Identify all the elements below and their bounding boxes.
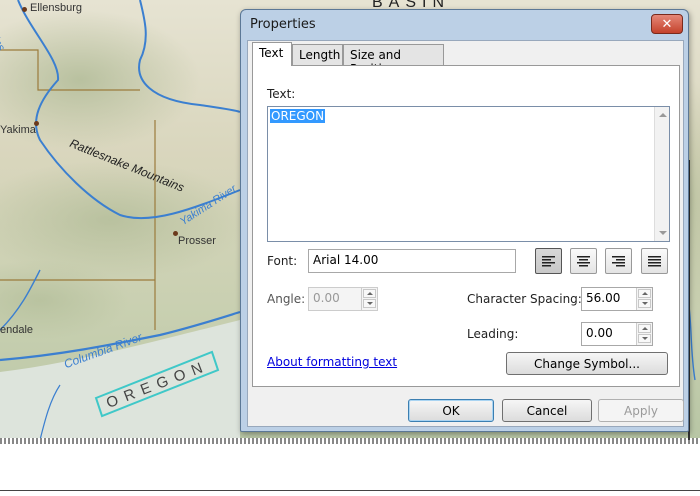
map-label-yakima: Yakima bbox=[0, 124, 36, 136]
leading-label: Leading: bbox=[467, 327, 519, 341]
angle-field[interactable]: 0.00 bbox=[308, 287, 378, 311]
angle-stepper[interactable] bbox=[361, 288, 377, 310]
font-field[interactable]: Arial 14.00 bbox=[308, 249, 516, 273]
text-input[interactable]: OREGON bbox=[267, 106, 670, 242]
character-spacing-label: Character Spacing: bbox=[467, 292, 582, 306]
leading-up-icon[interactable] bbox=[638, 324, 651, 333]
character-spacing-down-icon[interactable] bbox=[638, 299, 651, 308]
character-spacing-stepper[interactable] bbox=[636, 288, 652, 310]
align-justify-button[interactable] bbox=[641, 248, 668, 274]
tab-page-text: Text: OREGON Font: Arial 14.00 Angle: 0.… bbox=[252, 65, 680, 387]
map-label-endale: endale bbox=[0, 324, 34, 336]
cancel-button[interactable]: Cancel bbox=[502, 399, 592, 422]
font-label: Font: bbox=[267, 254, 298, 268]
align-center-icon bbox=[577, 255, 590, 266]
angle-up-icon[interactable] bbox=[363, 289, 376, 298]
text-scrollbar[interactable] bbox=[654, 107, 669, 241]
leading-stepper[interactable] bbox=[636, 323, 652, 345]
page-edge-hatch bbox=[0, 438, 700, 444]
tab-size-and-position[interactable]: Size and Position bbox=[343, 44, 444, 76]
dialog-panel: Text Length Size and Position Text: OREG… bbox=[247, 40, 684, 427]
selected-text: OREGON bbox=[270, 109, 326, 123]
change-symbol-button[interactable]: Change Symbol... bbox=[506, 352, 668, 375]
character-spacing-value: 56.00 bbox=[586, 291, 621, 305]
close-button[interactable]: ✕ bbox=[651, 14, 683, 34]
character-spacing-field[interactable]: 56.00 bbox=[581, 287, 653, 311]
align-left-icon bbox=[542, 255, 555, 266]
about-formatting-text-link[interactable]: About formatting text bbox=[267, 355, 397, 369]
angle-down-icon[interactable] bbox=[363, 299, 376, 308]
dialog-title: Properties bbox=[250, 17, 316, 32]
align-center-button[interactable] bbox=[570, 248, 597, 274]
close-icon: ✕ bbox=[661, 16, 673, 32]
align-left-button[interactable] bbox=[535, 248, 562, 274]
text-label: Text: bbox=[267, 87, 296, 101]
leading-value: 0.00 bbox=[586, 326, 613, 340]
scroll-up-icon[interactable] bbox=[659, 113, 667, 117]
dialog-titlebar[interactable]: Properties ✕ bbox=[241, 10, 688, 40]
ok-button[interactable]: OK bbox=[408, 399, 494, 422]
align-justify-icon bbox=[648, 255, 661, 266]
angle-value: 0.00 bbox=[313, 291, 340, 305]
properties-dialog: Properties ✕ Text Length Size and Positi… bbox=[240, 9, 689, 432]
map-label-ellensburg: Ellensburg bbox=[30, 2, 82, 14]
align-right-icon bbox=[612, 255, 625, 266]
tab-text[interactable]: Text bbox=[252, 42, 292, 66]
tab-length[interactable]: Length bbox=[292, 44, 343, 65]
page-bottom-line bbox=[0, 490, 700, 491]
leading-down-icon[interactable] bbox=[638, 334, 651, 343]
character-spacing-up-icon[interactable] bbox=[638, 289, 651, 298]
map-label-prosser: Prosser bbox=[178, 235, 216, 247]
angle-label: Angle: bbox=[267, 292, 306, 306]
city-dot-ellensburg bbox=[22, 7, 27, 12]
align-right-button[interactable] bbox=[605, 248, 632, 274]
leading-field[interactable]: 0.00 bbox=[581, 322, 653, 346]
scroll-down-icon[interactable] bbox=[659, 231, 667, 235]
apply-button[interactable]: Apply bbox=[598, 399, 684, 422]
